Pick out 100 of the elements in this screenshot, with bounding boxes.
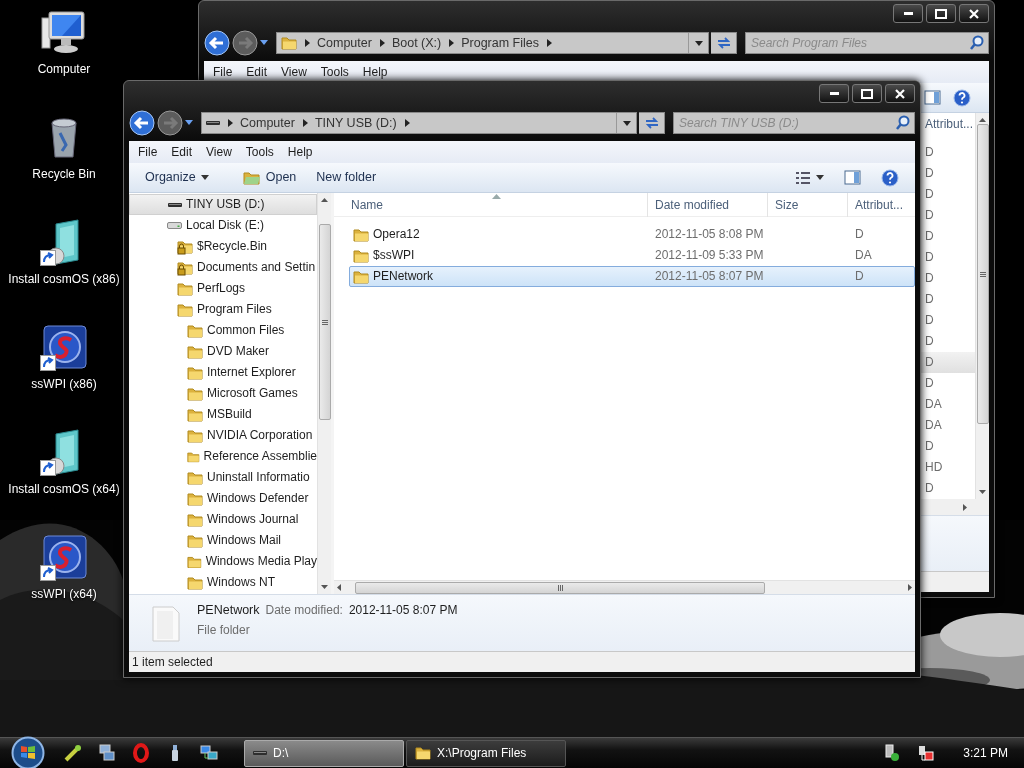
dropdown-caret-icon[interactable] [622,120,631,126]
tree-item[interactable]: Reference Assemblie [129,446,317,467]
menu-item[interactable]: File [206,64,240,80]
network-icon[interactable] [199,743,219,763]
menu-item[interactable]: Tools [313,64,356,80]
search-icon[interactable] [895,115,911,131]
tree-item[interactable]: Windows Mail [129,530,317,551]
chevron-icon[interactable] [378,39,385,47]
tree-item[interactable]: Local Disk (E:) [129,215,317,236]
search-field[interactable]: Search TINY USB (D:) [673,112,915,134]
toolbar-button[interactable]: Organize [137,167,217,188]
tree-item[interactable]: Windows Defender [129,488,317,509]
tree-item[interactable]: Common Files [129,320,317,341]
forward-button[interactable] [232,30,258,56]
icon-label[interactable]: Install cosmOS (x86) [8,272,120,287]
search-icon[interactable] [969,35,985,51]
breadcrumb[interactable]: TINY USB (D:) [314,115,397,131]
toolbar-button[interactable]: New folder [308,167,385,188]
icon-label[interactable]: Recycle Bin [32,167,96,182]
file-row[interactable]: $ssWPI 2012-11-09 5:33 PM DA [349,245,915,266]
forward-button[interactable] [157,110,183,136]
maximize-button[interactable] [926,4,956,23]
menu-item[interactable]: Tools [238,144,281,160]
file-row[interactable]: Opera12 2012-11-05 8:08 PM D [349,224,915,245]
menu-item[interactable]: View [274,64,314,80]
column-header[interactable]: Size [767,193,847,217]
horizontal-scrollbar[interactable] [334,580,915,594]
ring-icon[interactable] [131,743,151,763]
tree-item[interactable]: Internet Explorer [129,362,317,383]
chevron-icon[interactable] [546,39,552,47]
scroll-left-icon[interactable] [337,584,341,591]
history-caret-icon[interactable] [185,120,193,126]
tree-item[interactable]: TINY USB (D:) [129,194,317,215]
connection-icon[interactable] [917,744,936,762]
column-header[interactable]: Attribut... [847,193,915,217]
tree-item[interactable]: NVIDIA Corporation [129,425,317,446]
vertical-scrollbar[interactable] [975,113,989,499]
chevron-icon[interactable] [304,39,310,47]
scroll-down-icon[interactable] [321,585,328,589]
close-button[interactable] [885,84,915,103]
horizontal-scrollbar[interactable] [919,499,989,515]
chevron-icon[interactable] [227,119,233,127]
app-icon[interactable] [40,533,88,581]
scroll-right-icon[interactable] [963,503,967,511]
breadcrumb[interactable]: Computer [317,35,372,51]
maximize-button[interactable] [852,84,882,103]
breadcrumb[interactable]: Computer [240,115,295,131]
taskbar-button[interactable]: X:\Program Files [406,739,566,767]
network-status-icon[interactable] [883,744,902,762]
tree-item[interactable]: Microsoft Games [129,383,317,404]
menu-item[interactable]: Edit [239,64,275,80]
app-icon[interactable] [40,323,88,371]
tree-item[interactable]: Documents and Settin [129,257,317,278]
file-row[interactable]: PENetwork 2012-11-05 8:07 PM D [349,266,915,287]
tree-item[interactable]: Windows NT [129,572,317,593]
computer-icon[interactable] [40,8,88,56]
refresh-button[interactable] [639,112,665,134]
icon-label[interactable]: ssWPI (x64) [31,587,97,602]
history-caret-icon[interactable] [260,40,268,46]
chevron-icon[interactable] [301,119,308,127]
column-header[interactable]: Name [334,193,647,217]
address-bar[interactable]: Computer Boot (X:) Program Files [276,32,709,54]
toolbar-button[interactable]: Open [234,166,305,189]
minimize-button[interactable] [819,84,849,103]
vertical-scrollbar[interactable] [317,193,331,594]
dropdown-caret-icon[interactable] [694,40,703,46]
tree-item[interactable]: Windows Media Play [129,551,317,572]
clock[interactable]: 3:21 PM [943,745,1024,761]
menu-item[interactable]: File [131,144,165,160]
tree-item[interactable]: MSBuild [129,404,317,425]
scroll-thumb[interactable] [318,224,331,420]
scroll-right-icon[interactable] [908,584,912,591]
tree-item[interactable]: $Recycle.Bin [129,236,317,257]
taskbar-button[interactable]: D:\ [244,739,404,767]
scroll-up-icon[interactable] [979,118,986,122]
menu-item[interactable]: Help [280,144,320,160]
menu-item[interactable]: Edit [164,144,200,160]
start-button[interactable] [11,736,45,768]
column-header[interactable]: Attribut... [919,113,975,135]
icon-label[interactable]: Install cosmOS (x64) [8,482,120,497]
tree-item[interactable]: Program Files [129,299,317,320]
chevron-icon[interactable] [448,39,455,47]
scroll-down-icon[interactable] [979,490,986,494]
search-field[interactable]: Search Program Files [745,32,989,54]
computer-icon[interactable] [97,743,117,763]
chevron-icon[interactable] [403,119,410,127]
scroll-thumb[interactable] [976,124,989,424]
address-bar[interactable]: Computer TINY USB (D:) [201,112,637,134]
scroll-up-icon[interactable] [321,198,328,202]
icon-label[interactable]: ssWPI (x86) [31,377,97,392]
refresh-button[interactable] [711,32,737,54]
tree-item[interactable]: PerfLogs [129,278,317,299]
back-button[interactable] [129,110,155,136]
wand-icon[interactable] [63,743,83,763]
breadcrumb[interactable]: Boot (X:) [391,35,442,51]
scroll-thumb[interactable] [355,581,765,594]
icon-label[interactable]: Computer [37,62,91,77]
back-button[interactable] [204,30,230,56]
tree-item[interactable]: Windows Journal [129,509,317,530]
tree-item[interactable]: DVD Maker [129,341,317,362]
